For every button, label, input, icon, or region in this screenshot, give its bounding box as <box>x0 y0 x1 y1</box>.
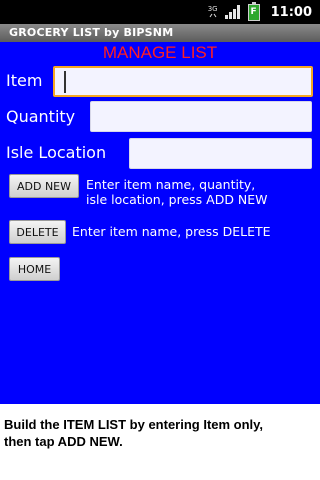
status-icons: 3G F 11:00 <box>208 0 312 24</box>
isle-location-label: Isle Location <box>6 143 107 162</box>
home-button[interactable]: HOME <box>9 257 60 281</box>
add-new-hint: Enter item name, quantity, isle location… <box>86 177 318 207</box>
caption-line-1: Build the ITEM LIST by entering Item onl… <box>4 417 264 432</box>
page-title: MANAGE LIST <box>102 43 218 62</box>
add-new-button[interactable]: ADD NEW <box>9 174 79 198</box>
battery-charging-glyph: F <box>250 6 257 17</box>
caption-line-2: then tap ADD NEW. <box>4 434 123 449</box>
delete-button[interactable]: DELETE <box>9 220 66 244</box>
caption: Build the ITEM LIST by entering Item onl… <box>4 416 316 450</box>
app-title-bar: GROCERY LIST by BIPSNM <box>0 24 320 42</box>
network-type-label: 3G <box>207 5 218 13</box>
add-new-hint-line-2: isle location, press ADD NEW <box>86 192 268 207</box>
add-new-hint-line-1: Enter item name, quantity, <box>86 177 256 192</box>
status-time: 11:00 <box>270 4 312 20</box>
quantity-label: Quantity <box>6 107 76 126</box>
isle-location-input[interactable] <box>129 138 312 169</box>
quantity-input[interactable] <box>90 101 312 132</box>
battery-icon: F <box>247 1 260 21</box>
signal-strength-icon <box>224 5 240 19</box>
network-type-icon: 3G <box>208 6 218 18</box>
item-label: Item <box>6 71 43 90</box>
text-caret <box>64 71 66 93</box>
status-bar: 3G F 11:00 <box>0 0 320 24</box>
app-title: GROCERY LIST by BIPSNM <box>9 26 174 39</box>
item-input[interactable] <box>53 66 313 97</box>
delete-hint: Enter item name, press DELETE <box>72 224 271 239</box>
